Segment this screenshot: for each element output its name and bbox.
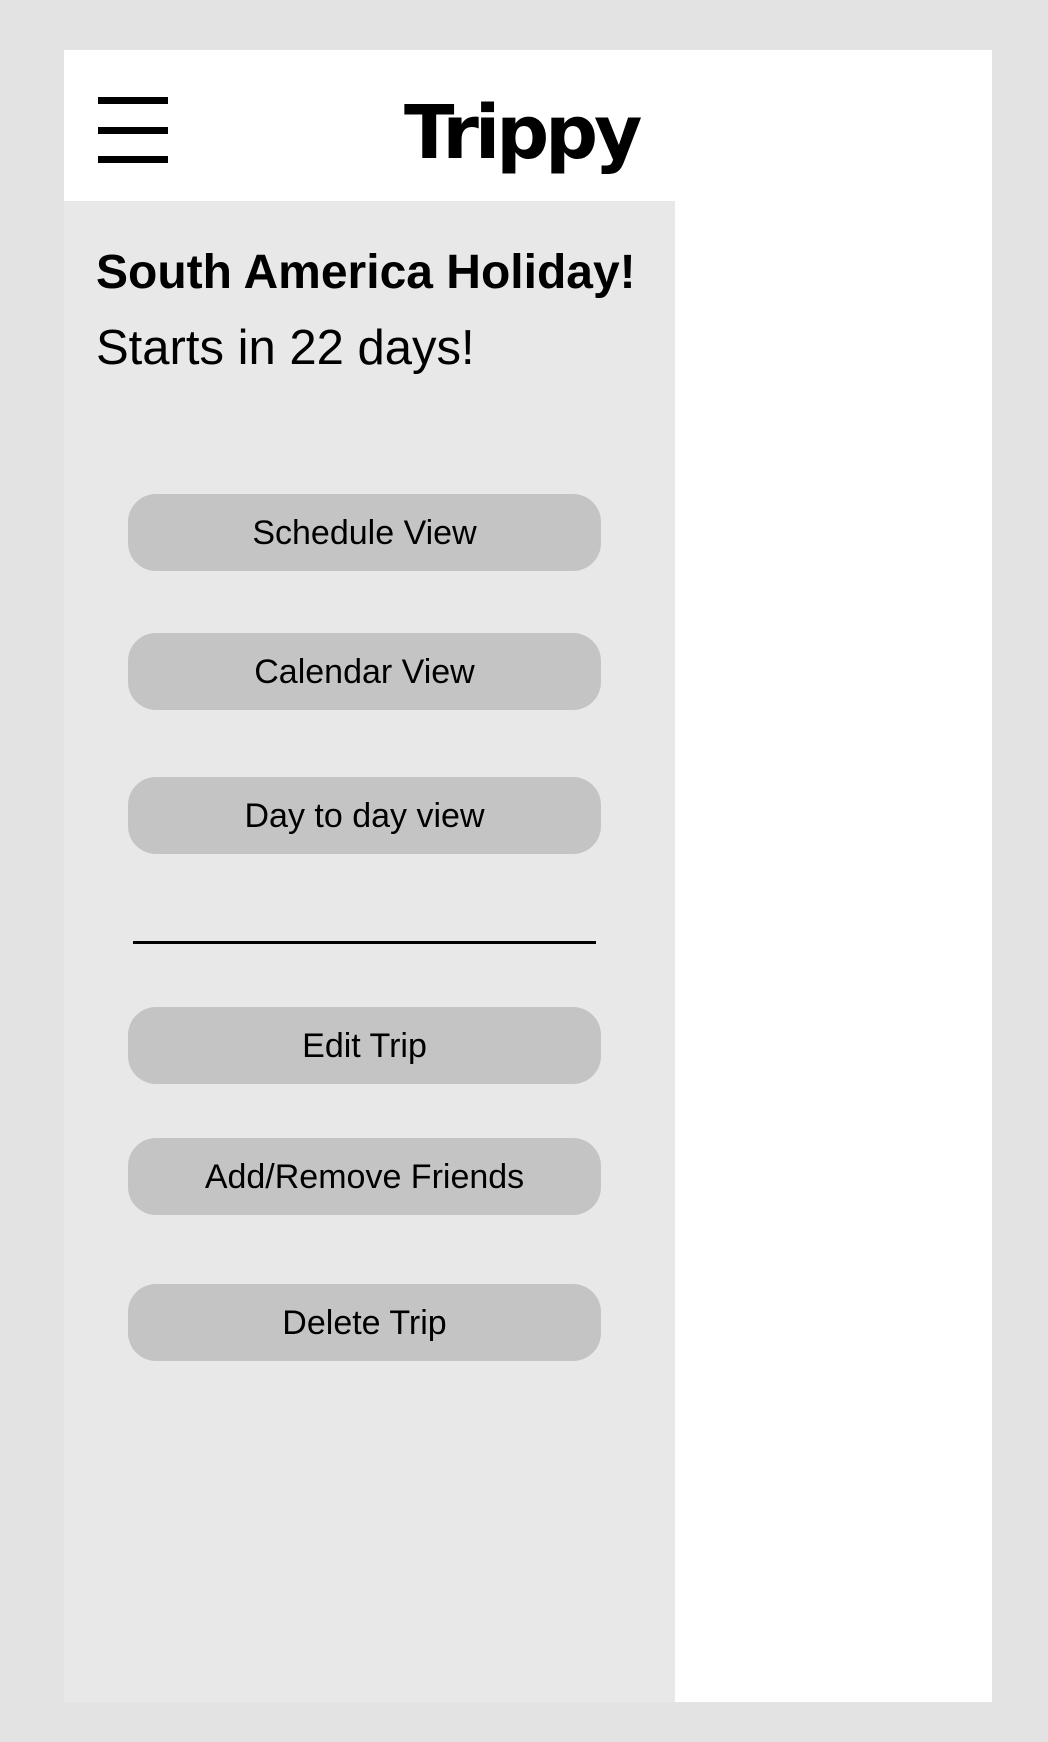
app-screen: Trippy South America Holiday! Starts in … — [64, 50, 992, 1702]
app-logo: Trippy — [404, 90, 642, 176]
day-to-day-view-button[interactable]: Day to day view — [128, 777, 601, 854]
add-remove-friends-button[interactable]: Add/Remove Friends — [128, 1138, 601, 1215]
schedule-view-button[interactable]: Schedule View — [128, 494, 601, 571]
menu-bar-top — [98, 97, 168, 104]
trip-countdown: Starts in 22 days! — [96, 321, 475, 375]
hamburger-menu-icon[interactable] — [98, 97, 168, 163]
side-drawer: South America Holiday! Starts in 22 days… — [64, 201, 675, 1702]
edit-trip-button[interactable]: Edit Trip — [128, 1007, 601, 1084]
trip-title: South America Holiday! — [96, 246, 636, 299]
divider — [133, 941, 596, 944]
calendar-view-button[interactable]: Calendar View — [128, 633, 601, 710]
app-header: Trippy — [64, 50, 675, 201]
delete-trip-button[interactable]: Delete Trip — [128, 1284, 601, 1361]
menu-bar-bottom — [98, 156, 168, 163]
menu-bar-middle — [98, 127, 168, 134]
